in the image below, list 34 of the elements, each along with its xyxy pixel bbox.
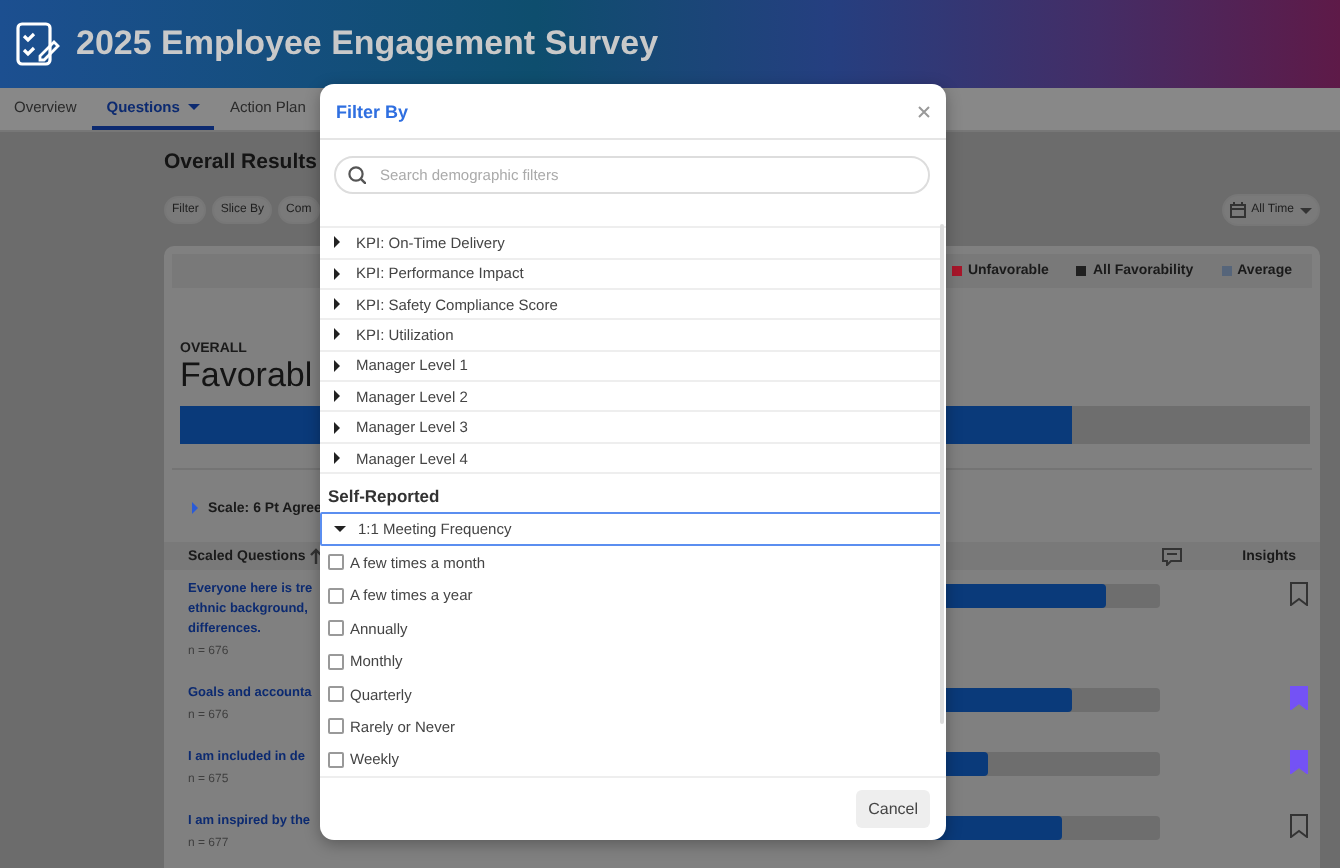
checklist-icon [12, 20, 60, 68]
section-heading: Self-Reported [326, 484, 442, 511]
scrollbar[interactable] [940, 224, 944, 725]
bookmark-icon[interactable] [1290, 814, 1308, 838]
section-title: Overall Results [164, 150, 317, 174]
caret-right-icon [332, 359, 344, 372]
caret-right-icon [332, 328, 344, 341]
caret-right-icon [192, 502, 198, 514]
caret-right-icon [332, 236, 344, 249]
survey-title: 2025 Employee Engagement Survey [76, 24, 659, 64]
cancel-button[interactable]: Cancel [856, 789, 930, 828]
caret-right-icon [332, 267, 344, 280]
bookmark-icon[interactable] [1290, 582, 1308, 606]
caret-right-icon [332, 421, 344, 434]
checkbox[interactable] [328, 587, 344, 604]
caret-right-icon [332, 390, 344, 403]
caret-down-icon [1300, 207, 1312, 213]
caret-right-icon [332, 298, 344, 311]
checkbox[interactable] [328, 718, 344, 735]
caret-down-icon [187, 104, 200, 110]
overall-value: Favorabl [180, 356, 313, 394]
checkbox[interactable] [328, 653, 344, 670]
search-icon [348, 166, 366, 185]
checkbox[interactable] [328, 554, 344, 571]
checkbox[interactable] [328, 751, 344, 768]
arrow-up-icon [309, 548, 322, 564]
caret-down-icon [334, 523, 346, 536]
caret-right-icon [332, 452, 344, 465]
checkbox[interactable] [328, 686, 344, 702]
checkbox[interactable] [328, 620, 344, 637]
close-icon[interactable] [918, 105, 930, 118]
calendar-icon [1229, 202, 1246, 218]
dialog-title: Filter By [336, 101, 409, 122]
comment-icon [1162, 547, 1183, 565]
